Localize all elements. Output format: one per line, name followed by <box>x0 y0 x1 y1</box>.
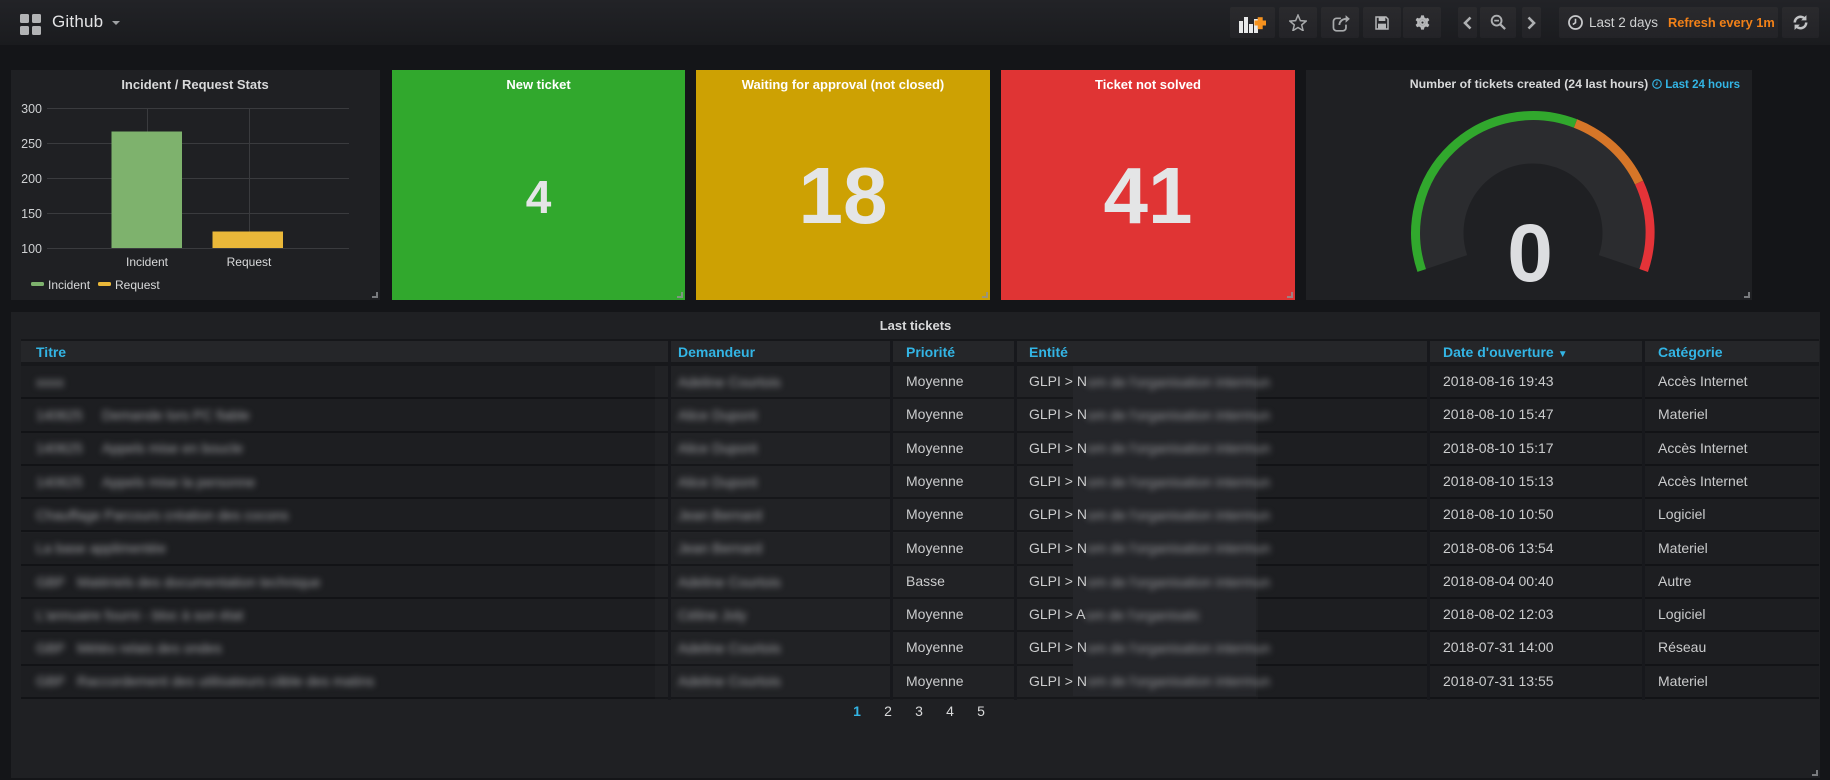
svg-text:Request: Request <box>227 255 272 269</box>
svg-text:Incident: Incident <box>126 255 169 269</box>
svg-text:Incident: Incident <box>48 278 91 292</box>
svg-text:150: 150 <box>21 207 42 221</box>
svg-text:250: 250 <box>21 137 42 151</box>
svg-text:Incident / Request Stats: Incident / Request Stats <box>121 77 268 92</box>
svg-text:200: 200 <box>21 172 42 186</box>
svg-text:0: 0 <box>1507 208 1553 299</box>
svg-text:100: 100 <box>21 242 42 256</box>
svg-text:Request: Request <box>115 278 160 292</box>
svg-text:300: 300 <box>21 102 42 116</box>
